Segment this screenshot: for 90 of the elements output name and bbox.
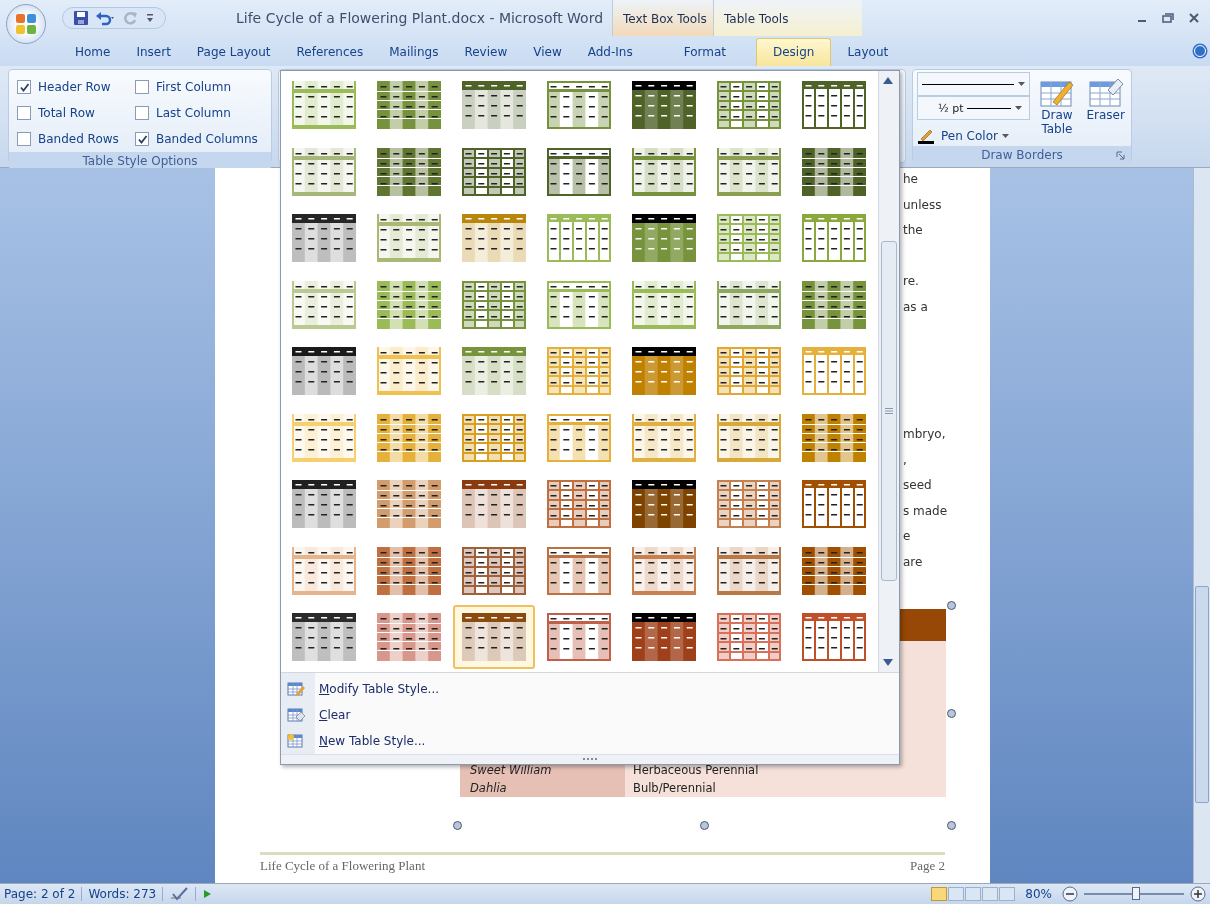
scroll-down-icon[interactable]: [883, 658, 893, 666]
paragraph-text: ,: [903, 451, 908, 469]
close-icon[interactable]: [1188, 12, 1200, 24]
checkbox-label: Total Row: [38, 106, 95, 120]
ribbon-tab[interactable]: Review: [451, 39, 521, 66]
table-pencil-icon: [287, 680, 305, 697]
paragraph-text: re.: [903, 273, 920, 290]
checkbox-label: Header Row: [38, 80, 111, 94]
table-eraser-icon: [1087, 76, 1124, 108]
office-logo-icon: [14, 12, 38, 36]
zoom-in-icon[interactable]: [1190, 886, 1206, 902]
checkbox-label: First Column: [156, 80, 232, 94]
scroll-up-icon[interactable]: [883, 77, 893, 84]
ribbon-tab[interactable]: Insert: [123, 39, 184, 66]
group-label: Draw Borders: [981, 147, 1063, 164]
restore-icon[interactable]: [1162, 12, 1174, 24]
paragraph-text: as a: [903, 298, 929, 316]
grip-icon: [885, 408, 893, 414]
paragraph-text: s made: [903, 502, 949, 520]
customize-toolbar-icon[interactable]: [145, 12, 155, 24]
line-weight-dropdown[interactable]: ½ pt: [917, 96, 1030, 120]
eraser-button[interactable]: Eraser: [1084, 72, 1127, 144]
ribbon-tab[interactable]: References: [283, 39, 377, 66]
menu-item[interactable]: New Table Style...: [319, 733, 426, 748]
ribbon-tab[interactable]: View: [520, 39, 575, 66]
resize-handle[interactable]: [453, 821, 462, 830]
line-style-dropdown[interactable]: [917, 72, 1030, 96]
zoom-out-icon[interactable]: [1062, 886, 1078, 902]
checkbox[interactable]: [135, 106, 149, 120]
draw-table-button[interactable]: Draw Table: [1035, 72, 1079, 144]
paragraph-text: mbryo,: [903, 426, 947, 443]
resize-handle[interactable]: [700, 821, 709, 830]
gallery-scrollbar[interactable]: [878, 71, 899, 672]
table-star-icon: [287, 732, 305, 749]
contextual-tab-label: Table Tools: [713, 0, 862, 36]
zoom-slider[interactable]: [1084, 886, 1184, 902]
paragraph-text: e: [903, 528, 912, 545]
checkbox[interactable]: [17, 80, 31, 94]
word-count[interactable]: Words: 273: [88, 887, 157, 901]
paragraph-text: he: [903, 171, 919, 188]
play-macro-icon[interactable]: [202, 889, 213, 899]
ribbon-tab[interactable]: Layout: [831, 39, 905, 66]
table-cell-text: Bulb/Perennial: [632, 781, 716, 795]
ribbon-tab[interactable]: Page Layout: [183, 39, 284, 66]
resize-handle[interactable]: [947, 821, 956, 830]
ribbon-tab[interactable]: Mailings: [376, 39, 452, 66]
dialog-launcher-icon[interactable]: [1116, 151, 1125, 160]
pen-color-button[interactable]: Pen Color: [917, 128, 1030, 144]
footer-page-number: Page 2: [909, 858, 945, 874]
window-title: Life Cycle of a Flowering Plant.docx - Microsoft Word: [236, 10, 605, 26]
office-button[interactable]: [6, 4, 46, 44]
paragraph-text: the: [903, 222, 924, 239]
paragraph-text: are: [903, 553, 924, 571]
paragraph-text: seed: [903, 477, 933, 494]
ribbon-tab[interactable]: Home: [62, 39, 124, 66]
checkbox[interactable]: [135, 132, 149, 146]
checkbox[interactable]: [135, 80, 149, 94]
undo-icon[interactable]: [95, 10, 117, 26]
caret-icon: [1017, 82, 1025, 86]
zoom-level[interactable]: 80%: [1025, 887, 1052, 901]
menu-item[interactable]: Modify Table Style...: [319, 681, 439, 696]
caret-icon: [1001, 134, 1009, 138]
table-cell-text: Herbaceous Perennial: [632, 763, 759, 777]
ribbon-tab[interactable]: Add-Ins: [574, 39, 646, 66]
checkbox[interactable]: [17, 106, 31, 120]
resize-grip[interactable]: [281, 753, 899, 764]
checkbox-label: Banded Columns: [156, 132, 258, 146]
help-icon[interactable]: [1192, 43, 1208, 59]
save-icon[interactable]: [73, 10, 89, 26]
table-cell-text: Sweet William: [469, 763, 553, 777]
table-style-thumbnail[interactable]: [453, 605, 535, 669]
grip-dots-icon: [583, 758, 597, 761]
checkbox-label: Banded Rows: [38, 132, 119, 146]
ribbon-tab[interactable]: Format: [653, 39, 756, 66]
pen-icon: [917, 128, 937, 144]
footer-title: Life Cycle of a Flowering Plant: [260, 858, 425, 874]
page-count[interactable]: Page: 2 of 2: [4, 887, 76, 901]
caret-icon: [1015, 106, 1023, 110]
table-cell-text: Dahlia: [469, 781, 508, 795]
paragraph-text: unless: [903, 196, 943, 214]
table-eraser-icon: [287, 706, 305, 723]
proofing-check-icon[interactable]: [169, 886, 190, 902]
resize-handle[interactable]: [947, 709, 956, 718]
checkbox[interactable]: [17, 132, 31, 146]
menu-item[interactable]: Clear: [319, 707, 351, 722]
checkbox-label: Last Column: [156, 106, 231, 120]
ribbon-tab[interactable]: Design: [756, 38, 832, 66]
vertical-scrollbar[interactable]: [1193, 168, 1210, 883]
contextual-tab-label: Text Box Tools: [612, 0, 713, 36]
resize-handle[interactable]: [947, 601, 956, 610]
